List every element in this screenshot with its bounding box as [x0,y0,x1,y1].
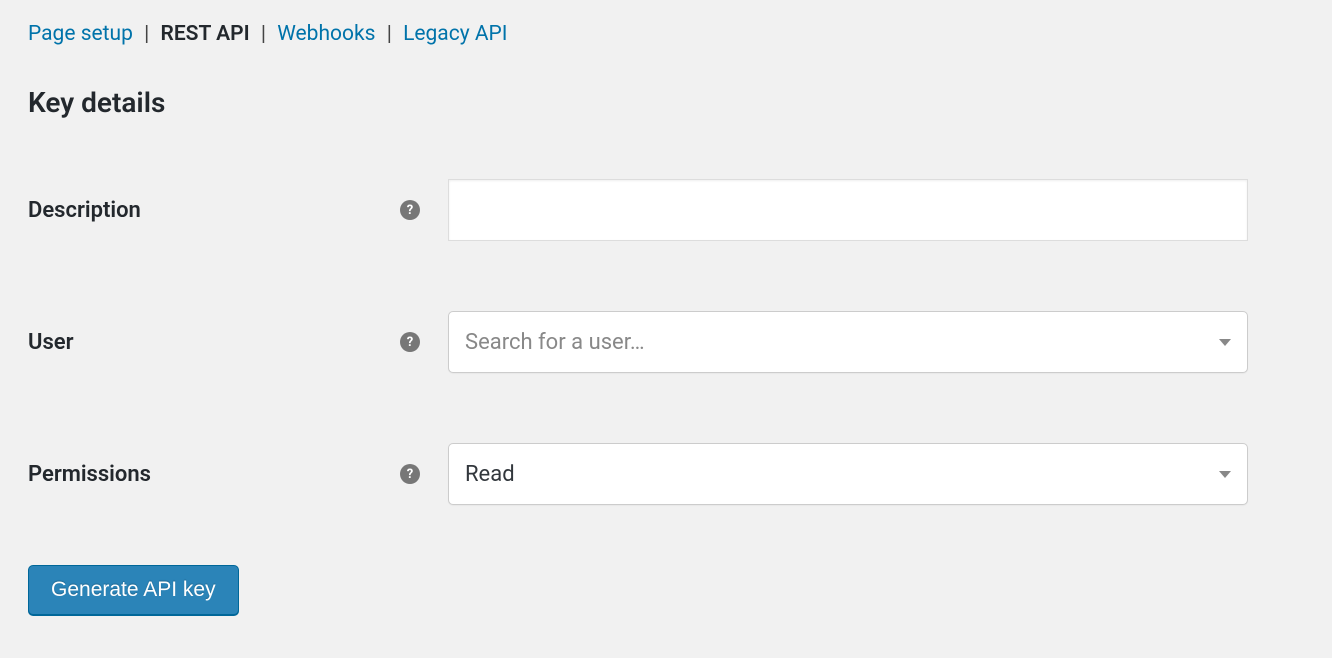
field-col: Read [448,443,1248,505]
help-icon[interactable]: ? [400,464,420,484]
row-user: User ? Search for a user… [28,311,1304,373]
user-select-placeholder: Search for a user… [465,330,645,355]
tab-separator: | [255,22,272,46]
generate-api-key-button[interactable]: Generate API key [28,565,239,615]
page-title: Key details [28,86,1304,119]
chevron-down-icon [1219,471,1231,478]
user-select[interactable]: Search for a user… [448,311,1248,373]
label-col: User ? [28,330,448,355]
permissions-select-value: Read [465,462,515,487]
tab-page-setup[interactable]: Page setup [28,22,133,46]
field-col: Search for a user… [448,311,1248,373]
user-label: User [28,330,74,355]
label-col: Permissions ? [28,462,448,487]
row-description: Description ? [28,179,1304,241]
permissions-label: Permissions [28,462,151,487]
tab-separator: | [381,22,398,46]
description-label: Description [28,198,141,223]
description-input[interactable] [448,179,1248,241]
tab-rest-api[interactable]: REST API [161,22,250,46]
row-permissions: Permissions ? Read [28,443,1304,505]
field-col [448,179,1248,241]
tab-webhooks[interactable]: Webhooks [277,22,375,46]
help-icon[interactable]: ? [400,200,420,220]
label-col: Description ? [28,198,448,223]
permissions-select[interactable]: Read [448,443,1248,505]
chevron-down-icon [1219,339,1231,346]
settings-subtabs: Page setup | REST API | Webhooks | Legac… [28,22,1304,46]
tab-legacy-api[interactable]: Legacy API [403,22,507,46]
tab-separator: | [138,22,155,46]
help-icon[interactable]: ? [400,332,420,352]
